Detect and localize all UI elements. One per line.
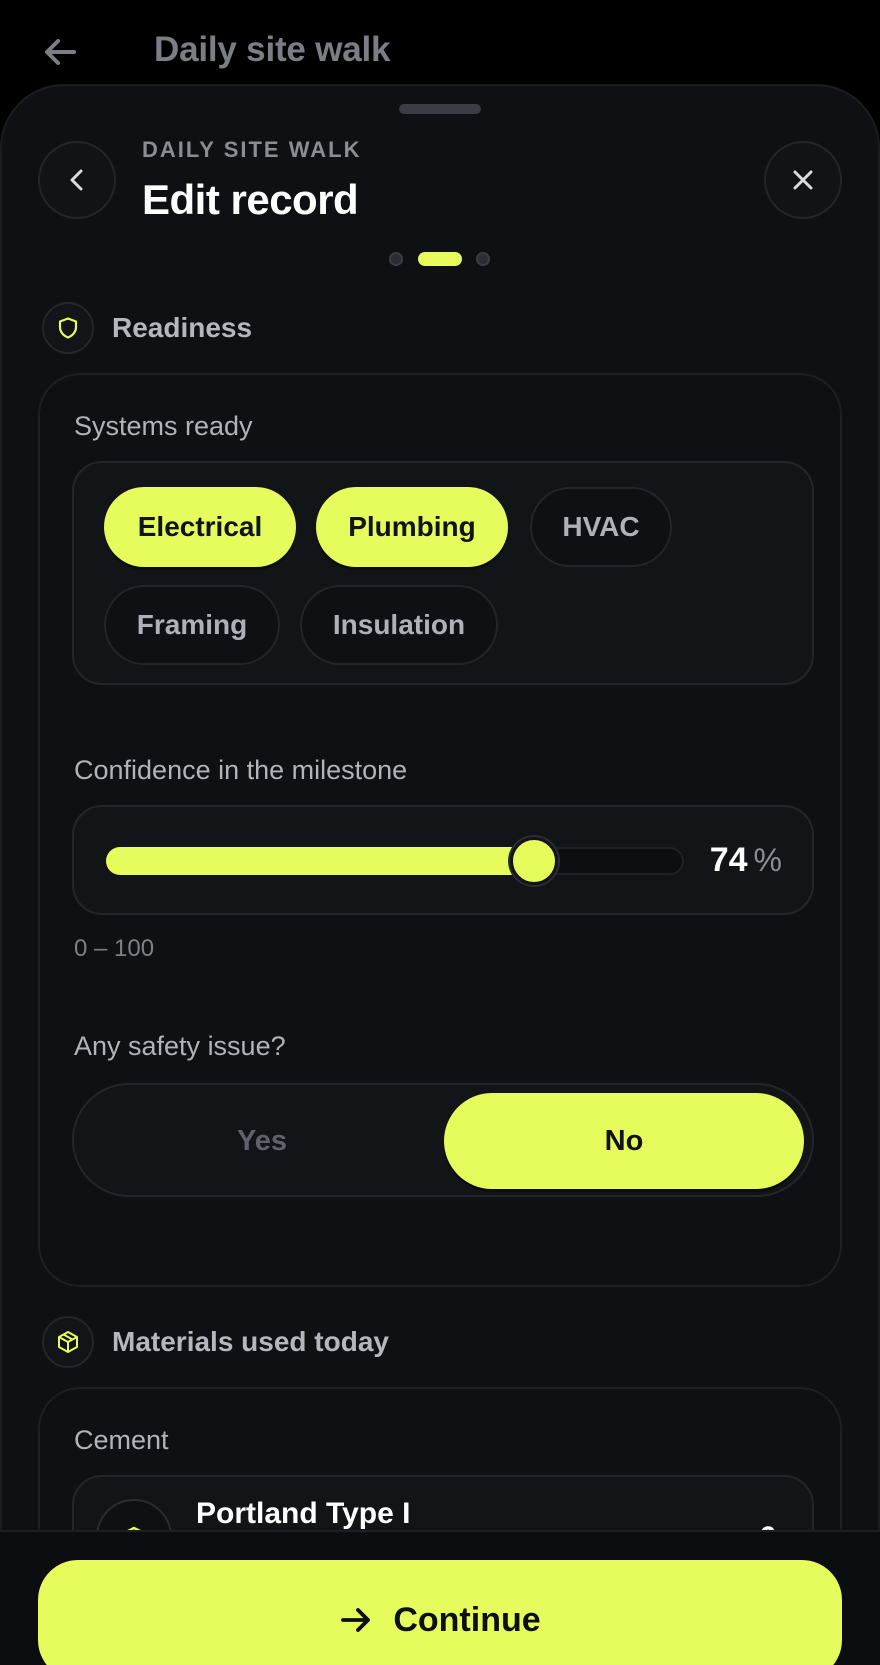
sheet-back-button[interactable] (38, 141, 116, 219)
confidence-value: 74 (709, 841, 748, 879)
section-title: Materials used today (112, 1326, 389, 1357)
step-dot (476, 252, 490, 266)
confidence-slider: 74% (72, 805, 814, 915)
chip-framing[interactable]: Framing (104, 585, 280, 665)
chip-plumbing[interactable]: Plumbing (316, 487, 508, 567)
screen: Daily site walk DAILY SITE WALK Edit rec… (0, 0, 880, 1665)
slider-thumb[interactable] (509, 837, 558, 885)
close-button[interactable] (764, 141, 842, 219)
chip-electrical[interactable]: Electrical (104, 487, 296, 567)
materials-section-header: Materials used today (42, 1316, 389, 1368)
material-name: Portland Type I (196, 1497, 411, 1530)
bottom-action-bar: Continue (0, 1530, 880, 1665)
confidence-range-hint: 0 – 100 (74, 935, 155, 962)
continue-label: Continue (393, 1600, 541, 1639)
continue-button[interactable]: Continue (38, 1560, 842, 1665)
safety-option-no[interactable]: No (444, 1093, 804, 1189)
confidence-value-display: 74% (710, 841, 782, 880)
step-dot (389, 252, 403, 266)
systems-ready-label: Systems ready (74, 411, 253, 441)
chip-insulation[interactable]: Insulation (300, 585, 498, 665)
chip-hvac[interactable]: HVAC (530, 487, 672, 567)
systems-chip-group: Electrical Plumbing HVAC Framing Insulat… (72, 461, 814, 685)
step-indicator (0, 250, 880, 266)
shield-icon (42, 302, 94, 354)
safety-issue-label: Any safety issue? (74, 1031, 286, 1061)
safety-option-yes[interactable]: Yes (82, 1093, 442, 1189)
package-icon (42, 1316, 94, 1368)
section-title: Readiness (112, 312, 253, 343)
arrow-left-icon (45, 39, 76, 65)
sheet-title: Edit record (142, 176, 359, 223)
chevron-left-icon (70, 169, 83, 191)
safety-issue-toggle: Yes No (72, 1083, 814, 1197)
confidence-unit: % (753, 842, 782, 878)
close-icon (793, 170, 813, 190)
material-group-label: Cement (74, 1425, 169, 1455)
back-button[interactable] (36, 28, 84, 76)
confidence-label: Confidence in the milestone (74, 755, 408, 785)
step-dot-active (418, 252, 462, 266)
app-bar-title: Daily site walk (154, 30, 391, 69)
sheet-drag-handle[interactable] (399, 104, 481, 114)
arrow-right-icon (341, 1608, 371, 1632)
slider-fill (106, 847, 534, 875)
readiness-section-header: Readiness (42, 302, 252, 354)
readiness-card: Systems ready Electrical Plumbing HVAC F… (38, 373, 842, 1287)
sheet-eyebrow: DAILY SITE WALK (142, 137, 362, 162)
